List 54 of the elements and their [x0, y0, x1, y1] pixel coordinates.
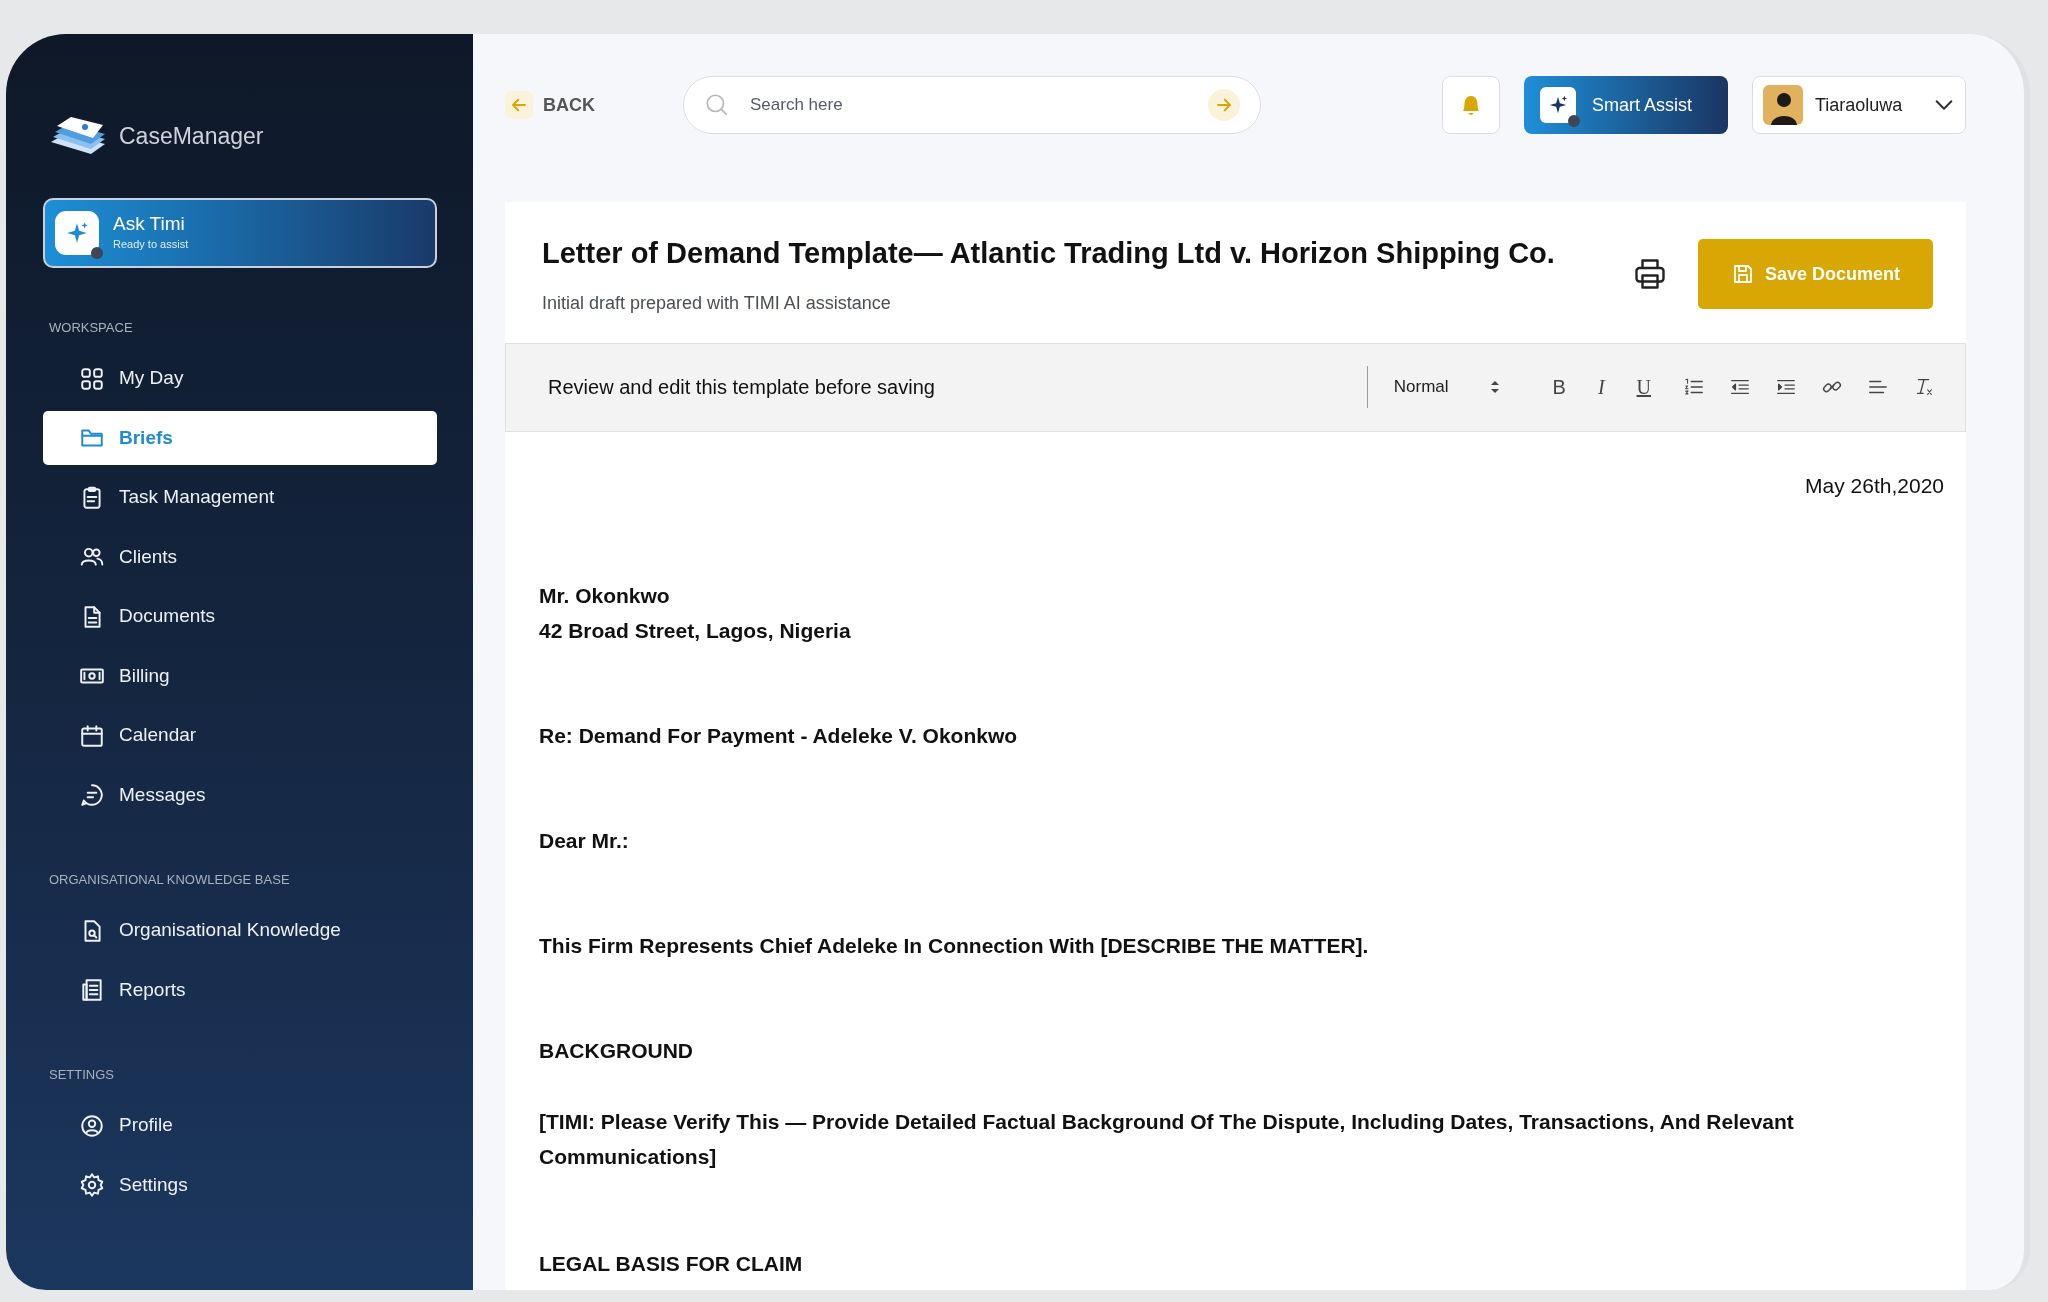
profile-icon — [79, 1112, 105, 1139]
format-button[interactable]: B — [1544, 377, 1574, 397]
letter-text: Re: Demand For Payment - Adeleke V. Okonkwo — [539, 722, 1019, 749]
sidebar-item[interactable]: Clients — [43, 530, 437, 584]
sidebar-item[interactable]: Calendar — [43, 708, 437, 763]
assistant-subtitle: Ready to assist — [113, 237, 189, 253]
letter-date: May 26th,2020 — [1804, 472, 1944, 499]
section-heading: LEGAL BASIS FOR CLAIM — [539, 1250, 804, 1277]
toolbar-hint: Review and edit this template before saving — [548, 375, 935, 400]
report-icon — [79, 977, 105, 1003]
sidebar-item[interactable]: Task Management — [43, 470, 437, 525]
letter-text: This Firm Represents Chief Adeleke In Connection With [DESCRIBE THE MATTER]. — [539, 932, 1370, 959]
sidebar-item[interactable]: Settings — [43, 1158, 437, 1212]
search-field[interactable]: Search here — [748, 91, 1190, 119]
status-dot — [1568, 115, 1580, 127]
settings-icon — [79, 1172, 105, 1198]
chat-icon — [79, 782, 105, 808]
sidebar-item[interactable]: Reports — [43, 963, 437, 1017]
document-subtitle: Initial draft prepared with TIMI AI assistance — [542, 291, 892, 315]
format-button[interactable]: I — [1589, 377, 1613, 397]
sidebar-item[interactable]: Briefs — [43, 411, 437, 465]
format-dropdown[interactable]: Normal — [1393, 374, 1501, 400]
calendar-icon — [79, 722, 105, 749]
ask-assistant-card[interactable]: Ask Timi Ready to assist — [43, 198, 437, 268]
section-heading: ORGANISATIONAL KNOWLEDGE BASE — [49, 871, 291, 889]
search-icon — [704, 92, 730, 118]
letter-text: [TIMI: Please Verify This — Provide Detailed Factual Background Of The Dispute, Including Dates, Transactions, And Relevant Communications] — [539, 1108, 1795, 1170]
letter-text: Mr. Okonkwo — [539, 582, 671, 609]
status-dot — [91, 247, 103, 259]
arrow-left-icon — [510, 96, 528, 114]
back-button[interactable]: BACK — [505, 91, 595, 119]
sidebar-item[interactable]: Documents — [43, 589, 437, 644]
section-heading: SETTINGS — [49, 1066, 115, 1084]
search-bar[interactable]: Search here — [683, 76, 1261, 134]
document-title: Letter of Demand Template— Atlantic Trading Ltd v. Horizon Shipping Co. — [542, 236, 1555, 271]
brand-name: CaseManager — [119, 121, 264, 151]
avatar — [1763, 85, 1803, 125]
section-heading: WORKSPACE — [49, 319, 134, 337]
user-menu-button[interactable]: Tiaraoluwa — [1752, 76, 1966, 134]
ordered-list-button[interactable] — [1683, 376, 1705, 398]
ordered-list-icon — [1683, 376, 1705, 398]
sidebar-item[interactable]: Organisational Knowledge — [43, 903, 437, 958]
sidebar-item[interactable]: Messages — [43, 768, 437, 822]
section-heading: BACKGROUND — [539, 1037, 694, 1064]
sidebar-item[interactable]: My Day — [43, 351, 437, 406]
letter-text: 42 Broad Street, Lagos, Nigeria — [539, 617, 852, 644]
format-button[interactable]: U — [1628, 377, 1659, 397]
grid-icon — [79, 365, 105, 392]
letter-text: Dear Mr.: — [539, 827, 630, 854]
sidebar-item[interactable]: Billing — [43, 649, 437, 703]
arrow-right-icon — [1215, 96, 1233, 114]
assistant-title: Ask Timi — [113, 213, 186, 237]
smart-assist-button[interactable]: Smart Assist — [1524, 76, 1728, 134]
sidebar-item[interactable]: Profile — [43, 1098, 437, 1153]
